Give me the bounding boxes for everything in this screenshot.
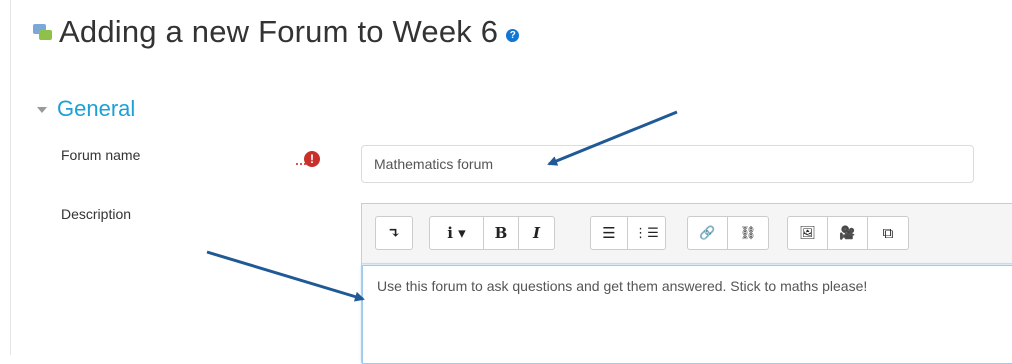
- annotation-arrow-description: [206, 250, 365, 302]
- annotation-arrow-forum-name: [547, 110, 678, 166]
- annotation-arrows: [206, 110, 678, 302]
